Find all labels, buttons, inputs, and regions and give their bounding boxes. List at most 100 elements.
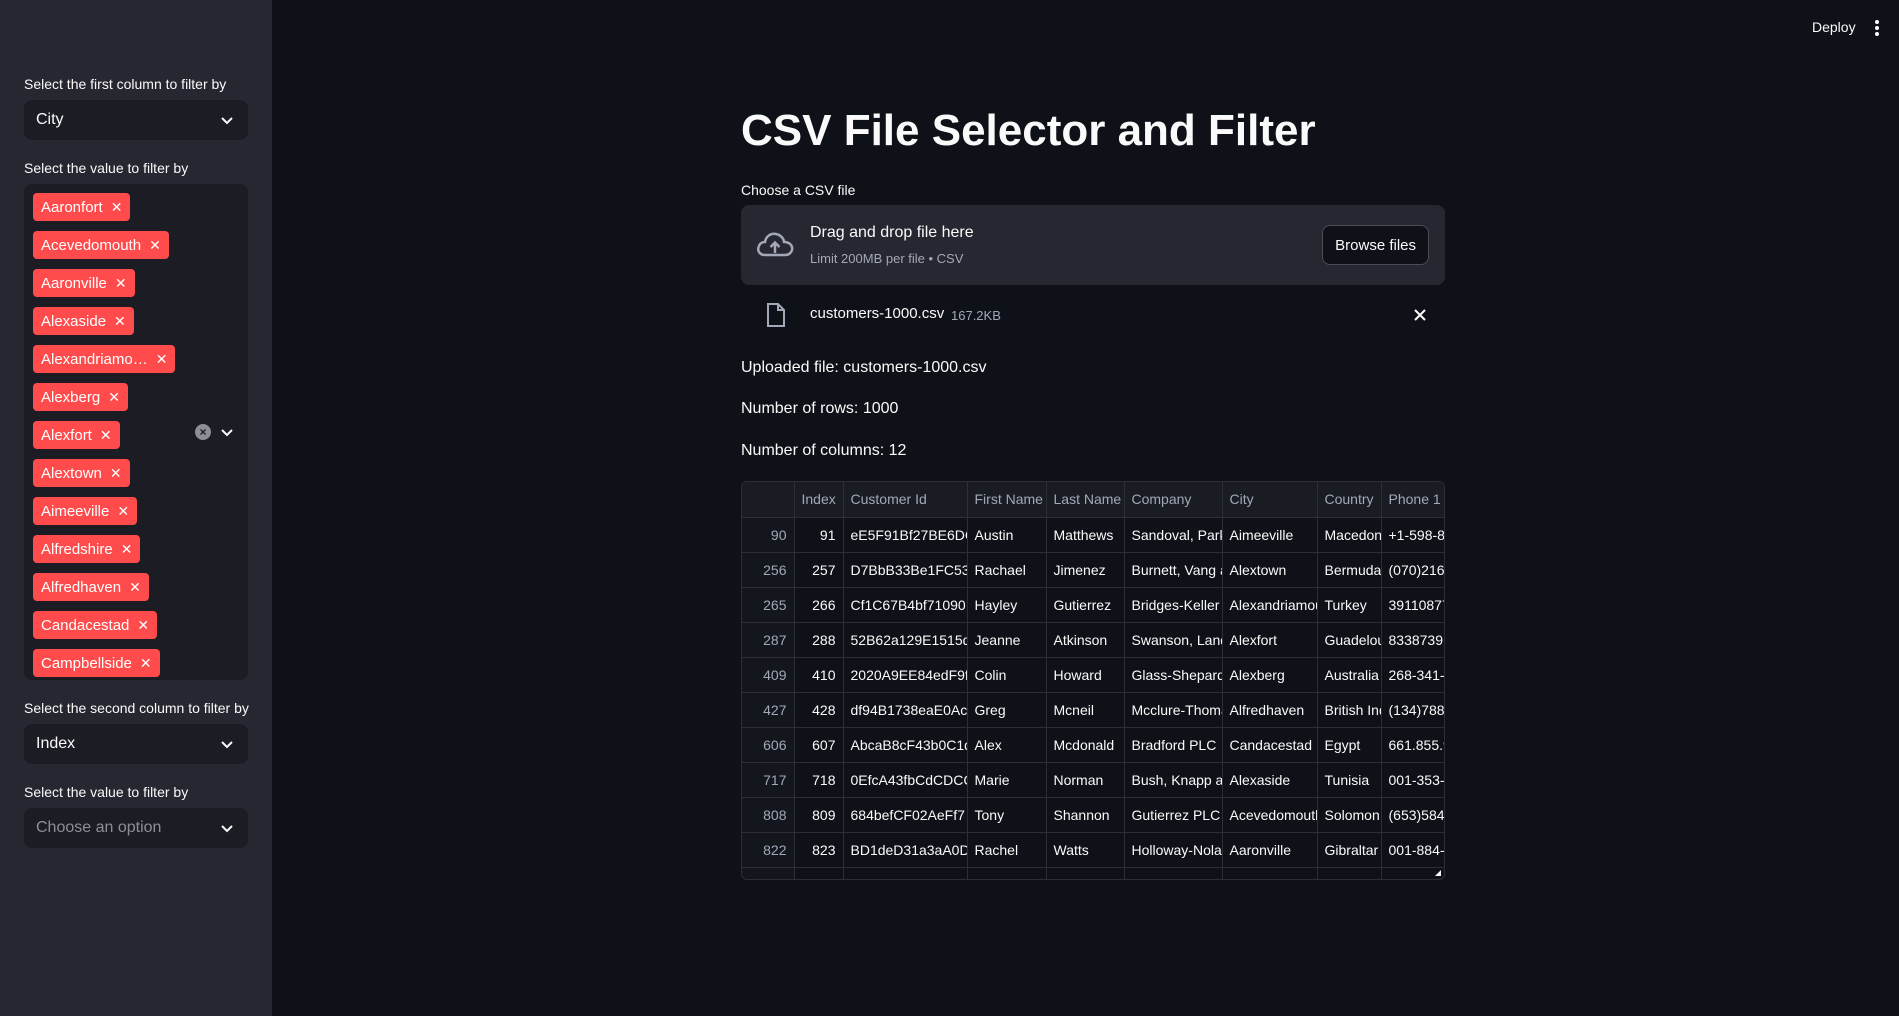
- value-select-2[interactable]: Choose an option: [24, 808, 248, 848]
- table-cell[interactable]: Mcclure-Thomas: [1124, 692, 1223, 728]
- row-index-cell[interactable]: 265: [742, 587, 795, 623]
- table-cell[interactable]: 52B62a129E1515d: [843, 622, 968, 658]
- table-cell[interactable]: 428: [794, 692, 844, 728]
- table-cell[interactable]: Alexfort: [1222, 622, 1318, 658]
- table-cell[interactable]: Matthews: [1046, 517, 1125, 553]
- table-cell[interactable]: 607: [794, 727, 844, 763]
- table-row[interactable]: 256 257 D7BbB33Be1FC539 Rachael Jimenez Burne…: [742, 552, 1444, 588]
- table-cell[interactable]: eE5F91Bf27BE6DC: [843, 517, 968, 553]
- chip-remove-icon[interactable]: ✕: [117, 504, 129, 518]
- row-index-cell[interactable]: 409: [742, 657, 795, 693]
- table-cell[interactable]: Aimeeville: [1222, 517, 1318, 553]
- row-index-cell[interactable]: 287: [742, 622, 795, 658]
- row-index-cell[interactable]: 606: [742, 727, 795, 763]
- table-cell[interactable]: Mcneil: [1046, 692, 1125, 728]
- value-multiselect[interactable]: Aaronfort ✕ Acevedomouth ✕ Aaronville ✕ Ale…: [24, 184, 248, 680]
- table-row[interactable]: 808 809 684befCF02AeFf7 Tony Shannon Gutierre…: [742, 797, 1444, 833]
- table-row[interactable]: 90 91 eE5F91Bf27BE6DC Austin Matthews Sandova…: [742, 517, 1444, 553]
- table-cell[interactable]: Bermuda: [1317, 552, 1382, 588]
- table-cell[interactable]: Gutierrez: [1046, 587, 1125, 623]
- table-cell[interactable]: 288: [794, 622, 844, 658]
- table-cell[interactable]: Alexandriamouth: [1222, 587, 1318, 623]
- table-cell[interactable]: 0EfcA43fbCdCDCC: [843, 762, 968, 798]
- chip-remove-icon[interactable]: ✕: [100, 428, 112, 442]
- table-cell[interactable]: Australia: [1317, 657, 1382, 693]
- table-cell[interactable]: Swanson, Landry: [1124, 622, 1223, 658]
- table-cell[interactable]: Bradford PLC: [1124, 727, 1223, 763]
- table-cell[interactable]: 266: [794, 587, 844, 623]
- table-cell[interactable]: 809: [794, 797, 844, 833]
- table-cell[interactable]: Aaronville: [1222, 832, 1318, 868]
- table-cell[interactable]: (653)584-1: [1381, 797, 1444, 833]
- table-cell[interactable]: Rachel: [967, 832, 1047, 868]
- table-cell[interactable]: [1046, 867, 1125, 879]
- row-index-cell[interactable]: 822: [742, 832, 795, 868]
- more-menu-icon[interactable]: [1874, 20, 1880, 36]
- table-cell[interactable]: British Indian: [1317, 692, 1382, 728]
- row-index-cell[interactable]: [742, 867, 795, 879]
- table-cell[interactable]: df94B1738eaE0Ac: [843, 692, 968, 728]
- table-cell[interactable]: 268-341-0: [1381, 657, 1444, 693]
- table-cell[interactable]: D7BbB33Be1FC539: [843, 552, 968, 588]
- chip-remove-icon[interactable]: ✕: [114, 314, 126, 328]
- table-cell[interactable]: [1124, 867, 1223, 879]
- table-cell[interactable]: Alextown: [1222, 552, 1318, 588]
- chip-remove-icon[interactable]: ✕: [129, 580, 141, 594]
- table-cell[interactable]: Macedonia: [1317, 517, 1382, 553]
- chip-remove-icon[interactable]: ✕: [111, 200, 123, 214]
- table-cell[interactable]: Hayley: [967, 587, 1047, 623]
- table-cell[interactable]: 2020A9EE84edF9f: [843, 657, 968, 693]
- table-cell[interactable]: (070)216-7: [1381, 552, 1444, 588]
- chip-remove-icon[interactable]: ✕: [121, 542, 133, 556]
- browse-files-button[interactable]: Browse files: [1322, 225, 1429, 265]
- chevron-down-icon[interactable]: [220, 425, 234, 439]
- chip-remove-icon[interactable]: ✕: [140, 656, 152, 670]
- table-cell[interactable]: Jeanne: [967, 622, 1047, 658]
- table-cell[interactable]: Egypt: [1317, 727, 1382, 763]
- table-cell[interactable]: 410: [794, 657, 844, 693]
- file-dropzone[interactable]: Drag and drop file here Limit 200MB per …: [741, 205, 1445, 285]
- table-cell[interactable]: 257: [794, 552, 844, 588]
- table-cell[interactable]: Turkey: [1317, 587, 1382, 623]
- table-cell[interactable]: [1222, 867, 1318, 879]
- table-cell[interactable]: 823: [794, 832, 844, 868]
- table-cell[interactable]: Mcdonald: [1046, 727, 1125, 763]
- table-row[interactable]: 427 428 df94B1738eaE0Ac Greg Mcneil Mcclure-T…: [742, 692, 1444, 728]
- table-cell[interactable]: [843, 867, 968, 879]
- second-column-select[interactable]: Index: [24, 724, 248, 764]
- table-cell[interactable]: [967, 867, 1047, 879]
- data-table[interactable]: Index Customer Id First Name Last Name C…: [741, 481, 1445, 880]
- resize-handle-icon[interactable]: [1435, 870, 1441, 876]
- chip-remove-icon[interactable]: ✕: [108, 390, 120, 404]
- table-cell[interactable]: 833873910: [1381, 622, 1444, 658]
- table-cell[interactable]: Acevedomouth: [1222, 797, 1318, 833]
- table-cell[interactable]: Bridges-Keller: [1124, 587, 1223, 623]
- row-index-cell[interactable]: 90: [742, 517, 795, 553]
- chip-remove-icon[interactable]: ✕: [137, 618, 149, 632]
- table-cell[interactable]: +1-598-87: [1381, 517, 1444, 553]
- table-cell[interactable]: Candacestad: [1222, 727, 1318, 763]
- table-cell[interactable]: Burnett, Vang and: [1124, 552, 1223, 588]
- close-icon[interactable]: [1413, 308, 1427, 322]
- table-cell[interactable]: Gutierrez PLC: [1124, 797, 1223, 833]
- chip-remove-icon[interactable]: ✕: [110, 466, 122, 480]
- table-cell[interactable]: 91: [794, 517, 844, 553]
- table-cell[interactable]: Tony: [967, 797, 1047, 833]
- row-index-cell[interactable]: 808: [742, 797, 795, 833]
- table-cell[interactable]: BD1deD31a3aA0DE: [843, 832, 968, 868]
- table-cell[interactable]: Holloway-Nolan: [1124, 832, 1223, 868]
- table-cell[interactable]: Watts: [1046, 832, 1125, 868]
- column-header[interactable]: Country: [1317, 482, 1382, 518]
- table-cell[interactable]: Bush, Knapp and: [1124, 762, 1223, 798]
- deploy-button[interactable]: Deploy: [1812, 19, 1856, 35]
- table-cell[interactable]: Alexberg: [1222, 657, 1318, 693]
- table-row[interactable]: 409 410 2020A9EE84edF9f Colin Howard Glass-Sh…: [742, 657, 1444, 693]
- column-header[interactable]: Phone 1: [1381, 482, 1444, 518]
- table-cell[interactable]: Guadeloupe: [1317, 622, 1382, 658]
- table-cell[interactable]: 718: [794, 762, 844, 798]
- table-cell[interactable]: Alexaside: [1222, 762, 1318, 798]
- column-header[interactable]: City: [1222, 482, 1318, 518]
- table-row[interactable]: 606 607 AbcaB8cF43b0C1d Alex Mcdonald Bradfor…: [742, 727, 1444, 763]
- row-index-cell[interactable]: 717: [742, 762, 795, 798]
- table-row[interactable]: 822 823 BD1deD31a3aA0DE Rachel Watts Holloway…: [742, 832, 1444, 868]
